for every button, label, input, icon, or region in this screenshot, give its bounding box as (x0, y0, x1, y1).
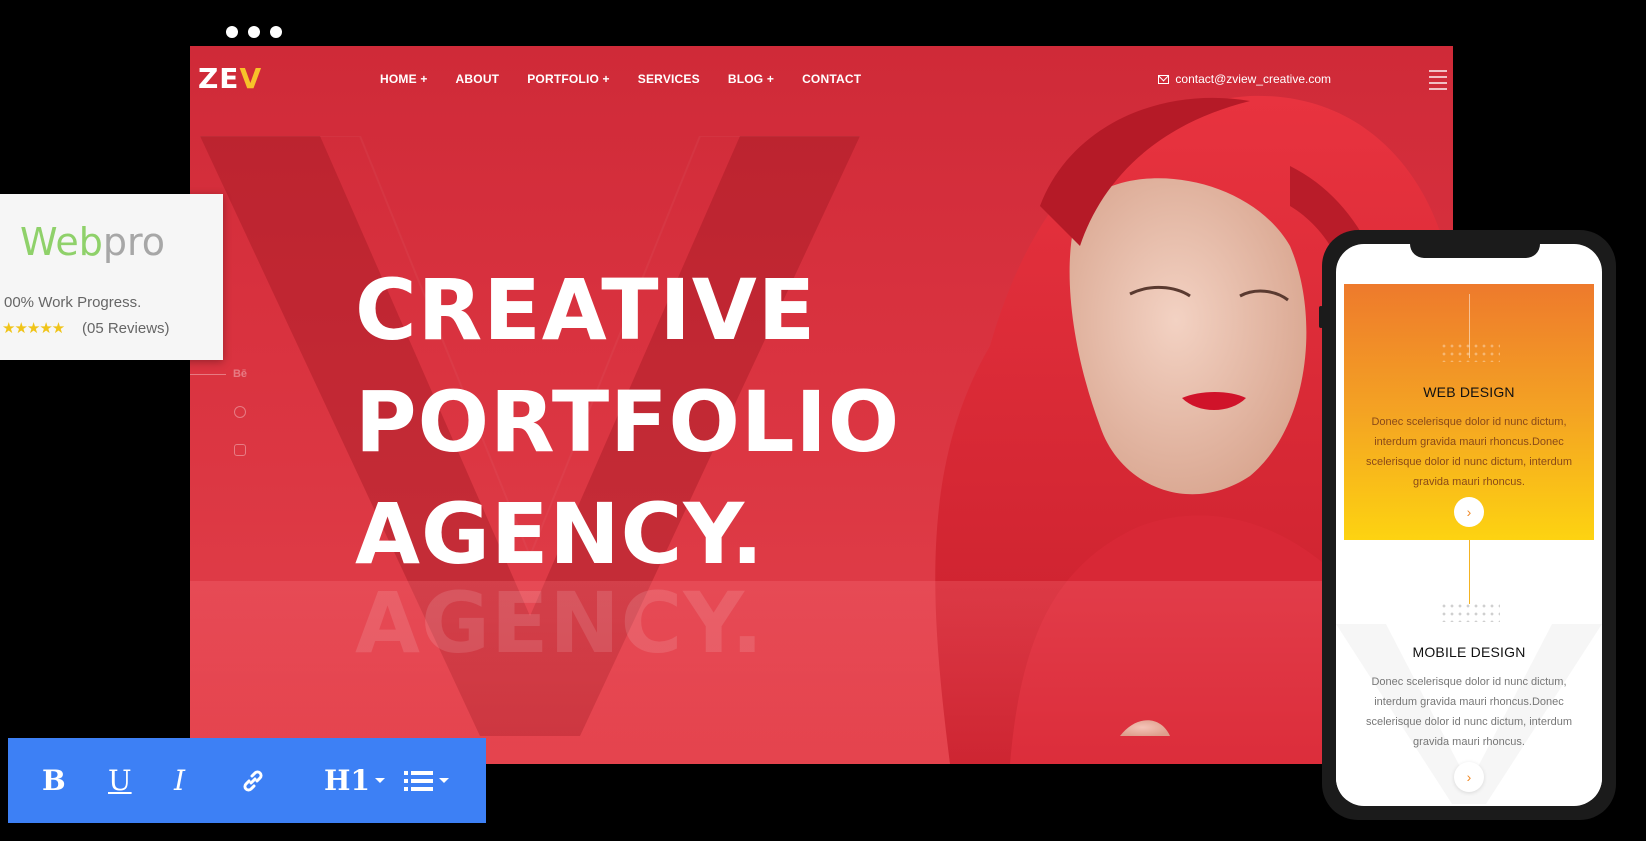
star-rating-icon: ★★★★★ (2, 320, 65, 337)
chevron-down-icon (374, 778, 385, 783)
list-icon (404, 770, 433, 791)
nav-home[interactable]: HOME + (380, 72, 428, 86)
social-divider (190, 374, 226, 375)
instagram-icon[interactable] (232, 442, 248, 458)
phone-screen: WEB DESIGN Donec scelerisque dolor id nu… (1336, 244, 1602, 806)
headline-line: PORTFOLIO (355, 373, 901, 471)
logo-accent: V (239, 62, 263, 95)
link-button[interactable] (240, 761, 324, 801)
text-editor-toolbar: B U I H1 (8, 738, 486, 823)
site-logo[interactable]: ZEV (198, 62, 262, 95)
link-icon (243, 769, 263, 792)
heading-icon: H1 (324, 764, 370, 797)
service-card-web-design: WEB DESIGN Donec scelerisque dolor id nu… (1344, 284, 1594, 540)
nav-services[interactable]: SERVICES (638, 72, 700, 86)
nav-contact[interactable]: CONTACT (802, 72, 861, 86)
window-dot[interactable] (226, 26, 238, 38)
nav-about[interactable]: ABOUT (456, 72, 500, 86)
behance-icon[interactable]: Bē (232, 366, 248, 382)
bold-icon: B (42, 764, 66, 797)
contact-email[interactable]: contact@zview_creative.com (1158, 72, 1331, 86)
decor-line (1469, 540, 1470, 604)
window-dot[interactable] (248, 26, 260, 38)
hamburger-menu-icon[interactable] (1429, 66, 1447, 94)
envelope-icon (1158, 74, 1170, 84)
window-dot[interactable] (270, 26, 282, 38)
list-dropdown[interactable] (404, 761, 464, 801)
card-text: Donec scelerisque dolor id nunc dictum, … (1365, 416, 1573, 488)
headline-line: CREATIVE (355, 261, 817, 359)
dribbble-icon[interactable] (232, 404, 248, 420)
card-title: WEB DESIGN (1423, 384, 1515, 400)
main-nav: HOME + ABOUT PORTFOLIO + SERVICES BLOG +… (380, 72, 861, 86)
social-links: Bē (190, 366, 248, 458)
decor-dots (1440, 342, 1500, 362)
hero-website-preview: ZEV HOME + ABOUT PORTFOLIO + SERVICES BL… (190, 46, 1453, 764)
underline-icon: U (108, 764, 132, 797)
card-title: MOBILE DESIGN (1412, 644, 1526, 660)
email-text: contact@zview_creative.com (1175, 72, 1331, 86)
service-card-mobile-design: MOBILE DESIGN Donec scelerisque dolor id… (1336, 540, 1602, 800)
headline-reflection: AGENCY. (355, 574, 765, 672)
underline-button[interactable]: U (108, 761, 174, 801)
nav-portfolio[interactable]: PORTFOLIO + (527, 72, 610, 86)
chevron-right-icon[interactable]: › (1454, 497, 1484, 527)
phone-notch (1410, 244, 1540, 258)
bold-button[interactable]: B (42, 761, 108, 801)
brand-pro: pro (102, 220, 166, 264)
hero-headline: CREATIVE PORTFOLIO AGENCY. (355, 254, 900, 590)
phone-side-button (1319, 306, 1323, 328)
logo-text: ZE (198, 62, 240, 95)
phone-mockup: WEB DESIGN Donec scelerisque dolor id nu… (1319, 230, 1616, 820)
italic-icon: I (174, 764, 186, 797)
nav-blog[interactable]: BLOG + (728, 72, 774, 86)
work-progress-text: 00% Work Progress. (4, 294, 142, 311)
chevron-down-icon (439, 778, 449, 783)
window-controls (226, 26, 282, 38)
webpro-logo: Webpro (20, 220, 165, 264)
showcase-stage: ZEV HOME + ABOUT PORTFOLIO + SERVICES BL… (0, 0, 1646, 841)
card-text: Donec scelerisque dolor id nunc dictum, … (1365, 676, 1573, 748)
decor-dots (1440, 602, 1500, 622)
chevron-right-icon[interactable]: › (1454, 762, 1484, 792)
heading-dropdown[interactable]: H1 (324, 761, 404, 801)
brand-web: Web (20, 220, 103, 264)
review-card: Webpro 00% Work Progress. ★★★★★ (05 Revi… (0, 194, 223, 360)
review-count: (05 Reviews) (82, 320, 170, 337)
italic-button[interactable]: I (174, 761, 240, 801)
